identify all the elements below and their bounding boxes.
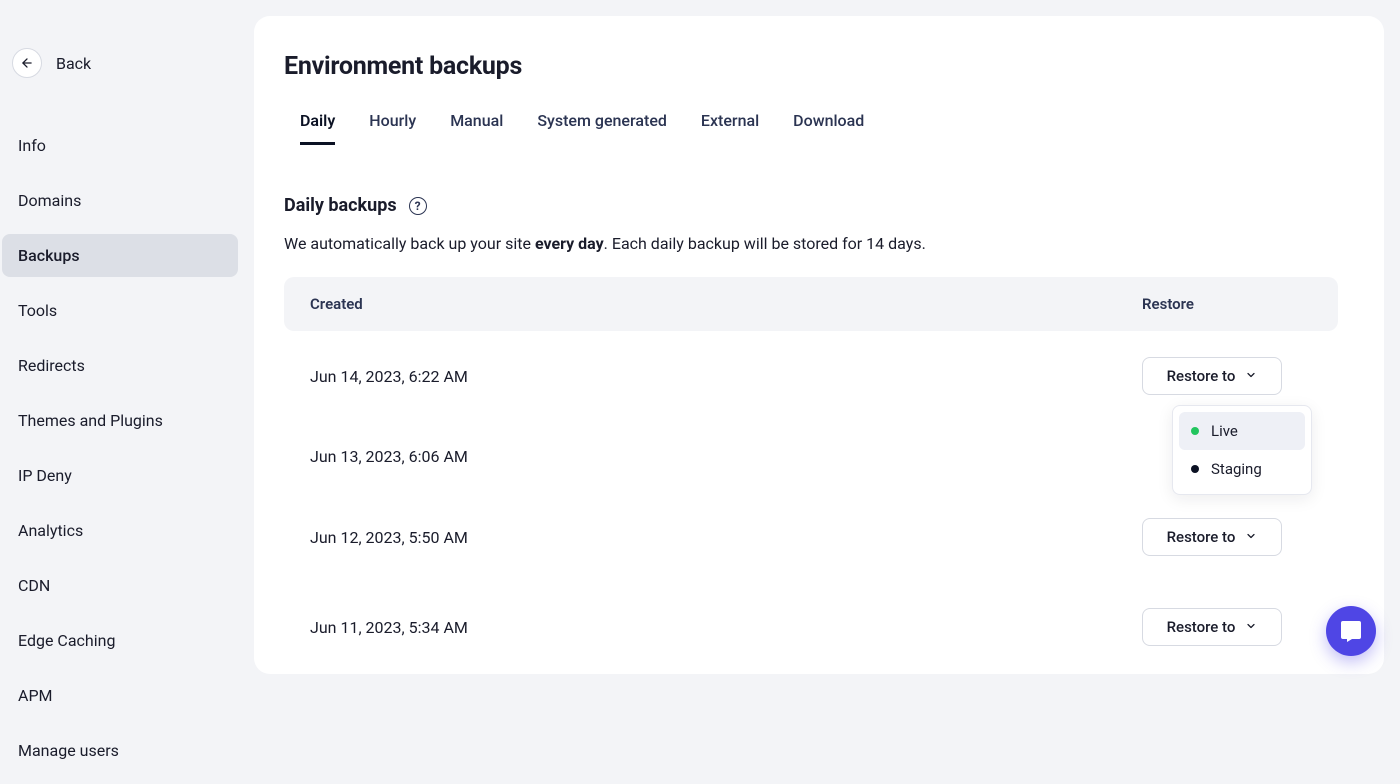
desc-post: . Each daily backup will be stored for 1… [604, 234, 926, 253]
sidebar-item-redirects[interactable]: Redirects [2, 344, 238, 387]
restore-label: Restore to [1167, 528, 1236, 546]
sidebar-item-apm[interactable]: APM [2, 674, 238, 717]
cell-created: Jun 12, 2023, 5:50 AM [310, 528, 1142, 547]
page-title: Environment backups [284, 52, 1338, 81]
cell-restore: Restore to [1142, 518, 1312, 556]
dropdown-label: Live [1211, 422, 1238, 440]
dropdown-item-staging[interactable]: Staging [1179, 450, 1305, 488]
restore-to-button[interactable]: Restore to [1142, 608, 1282, 646]
section-title: Daily backups [284, 195, 397, 216]
sidebar-item-domains[interactable]: Domains [2, 179, 238, 222]
sidebar-item-analytics[interactable]: Analytics [2, 509, 238, 552]
back-row: Back [2, 48, 238, 78]
desc-pre: We automatically back up your site [284, 234, 535, 253]
back-label: Back [56, 54, 91, 73]
table-row: Jun 12, 2023, 5:50 AM Restore to [284, 492, 1338, 582]
table-body: Jun 14, 2023, 6:22 AMRestore toLiveStagi… [284, 331, 1338, 672]
tab-system-generated[interactable]: System generated [537, 111, 667, 145]
chat-launcher[interactable] [1326, 606, 1376, 656]
cell-created: Jun 13, 2023, 6:06 AM [310, 447, 1142, 466]
sidebar-item-tools[interactable]: Tools [2, 289, 238, 332]
chevron-down-icon [1245, 367, 1257, 385]
cell-created: Jun 11, 2023, 5:34 AM [310, 618, 1142, 637]
sidebar-item-cdn[interactable]: CDN [2, 564, 238, 607]
tab-manual[interactable]: Manual [450, 111, 503, 145]
dropdown-label: Staging [1211, 460, 1262, 478]
sidebar-nav: Info Domains Backups Tools Redirects Themes a… [2, 124, 238, 784]
sidebar-item-backups[interactable]: Backups [2, 234, 238, 277]
tab-daily[interactable]: Daily [300, 111, 335, 145]
desc-bold: every day [535, 234, 604, 253]
table-header: Created Restore [284, 277, 1338, 331]
tab-download[interactable]: Download [793, 111, 864, 145]
restore-label: Restore to [1167, 367, 1236, 385]
tab-hourly[interactable]: Hourly [369, 111, 416, 145]
status-dot-live-icon [1191, 427, 1199, 435]
back-button[interactable] [12, 48, 42, 78]
col-header-created: Created [310, 295, 1142, 313]
chat-icon [1339, 619, 1363, 643]
sidebar-item-edge-caching[interactable]: Edge Caching [2, 619, 238, 662]
status-dot-staging-icon [1191, 465, 1199, 473]
table-row: Jun 11, 2023, 5:34 AM Restore to [284, 582, 1338, 672]
chevron-down-icon [1245, 618, 1257, 636]
restore-to-button[interactable]: Restore to [1142, 518, 1282, 556]
section-description: We automatically back up your site every… [284, 234, 1338, 253]
restore-to-button[interactable]: Restore to [1142, 357, 1282, 395]
dropdown-item-live[interactable]: Live [1179, 412, 1305, 450]
chevron-down-icon [1245, 528, 1257, 546]
restore-dropdown: Live Staging [1172, 405, 1312, 495]
section-header: Daily backups ? [284, 195, 1338, 216]
tab-external[interactable]: External [701, 111, 759, 145]
restore-label: Restore to [1167, 618, 1236, 636]
sidebar-item-themes-and-plugins[interactable]: Themes and Plugins [2, 399, 238, 442]
cell-restore: Restore toLiveStaging [1142, 357, 1312, 395]
table-row: Jun 14, 2023, 6:22 AMRestore toLiveStagi… [284, 331, 1338, 421]
cell-created: Jun 14, 2023, 6:22 AM [310, 367, 1142, 386]
backups-table: Created Restore Jun 14, 2023, 6:22 AMRes… [284, 277, 1338, 672]
sidebar-item-ip-deny[interactable]: IP Deny [2, 454, 238, 497]
tabs: Daily Hourly Manual System generated Externa… [284, 111, 1338, 145]
cell-restore: Restore to [1142, 608, 1312, 646]
arrow-left-icon [20, 56, 34, 70]
help-icon[interactable]: ? [409, 197, 427, 215]
sidebar-item-manage-users[interactable]: Manage users [2, 729, 238, 772]
col-header-restore: Restore [1142, 295, 1312, 313]
main-panel: Environment backups Daily Hourly Manual Sys… [254, 16, 1384, 674]
sidebar-item-info[interactable]: Info [2, 124, 238, 167]
sidebar: Back Info Domains Backups Tools Redirects The… [0, 0, 254, 674]
